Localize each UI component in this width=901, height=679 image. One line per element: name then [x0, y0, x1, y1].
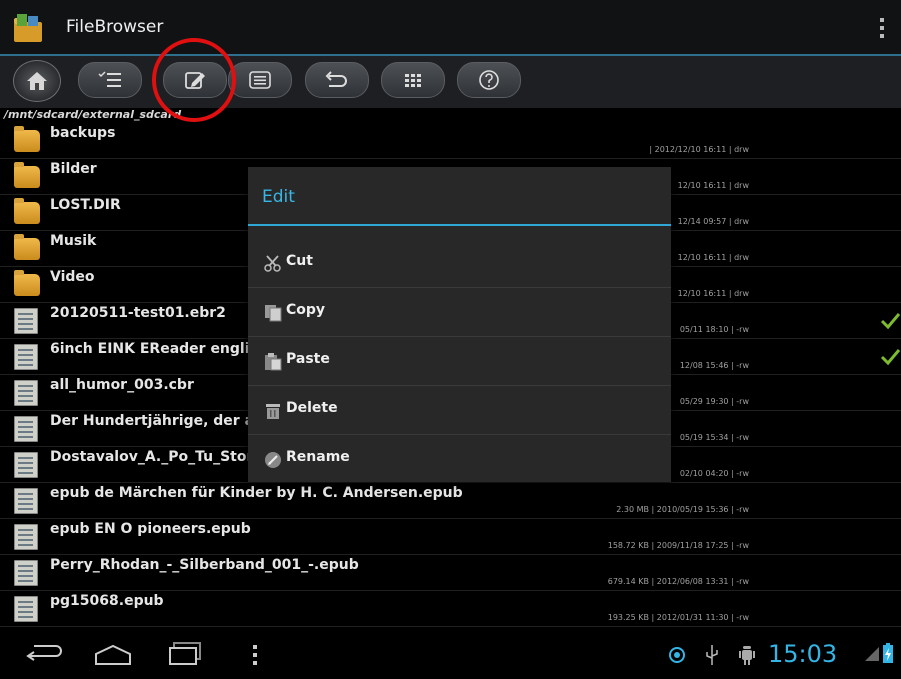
select-button[interactable] [78, 62, 142, 98]
file-meta: 12/14 09:57 | drw [677, 217, 749, 226]
file-meta: 02/10 04:20 | -rw [679, 469, 749, 478]
file-meta: 05/19 15:34 | -rw [679, 433, 749, 442]
file-meta: 12/10 16:11 | drw [677, 289, 749, 298]
paste-icon [265, 353, 282, 371]
undo-icon [325, 71, 347, 87]
file-icon [14, 524, 38, 550]
folder-icon [14, 162, 40, 188]
file-name: epub EN O pioneers.epub [50, 521, 251, 537]
home-icon [27, 72, 47, 90]
overflow-menu-icon[interactable] [880, 18, 886, 40]
file-list-row[interactable]: backups | 2012/12/10 16:11 | drw [0, 122, 901, 159]
usb-icon [706, 645, 718, 665]
menu-item-label: Copy [286, 302, 326, 318]
recent-apps-icon[interactable] [168, 642, 202, 666]
file-icon [14, 488, 38, 514]
menu-item-label: Rename [286, 449, 350, 465]
checklist-icon [98, 71, 121, 87]
menu-item-label: Delete [286, 400, 338, 416]
menu-item-cut[interactable]: Cut [248, 239, 671, 288]
file-name: Video [50, 269, 95, 285]
file-name: Der Hundertjährige, der aus [50, 413, 273, 429]
scissors-icon [264, 255, 281, 272]
menu-item-label: Paste [286, 351, 330, 367]
file-meta: 05/29 19:30 | -rw [679, 397, 749, 406]
file-name: backups [50, 125, 116, 141]
title-bar: FileBrowser [0, 0, 901, 56]
back-button[interactable] [305, 62, 369, 98]
toolbar [0, 56, 901, 108]
folder-icon [14, 270, 40, 296]
file-icon [14, 452, 38, 478]
menu-item-label: Cut [286, 253, 313, 269]
file-name: epub de Märchen für Kinder by H. C. Ande… [50, 485, 463, 501]
file-meta: 158.72 KB | 2009/11/18 17:25 | -rw [607, 541, 749, 550]
battery-charging-icon [883, 643, 893, 663]
app-title: FileBrowser [66, 17, 164, 37]
file-name: Bilder [50, 161, 97, 177]
sync-status-icon [669, 647, 685, 663]
file-name: Perry_Rhodan_-_Silberband_001_-.epub [50, 557, 359, 573]
list-icon [249, 71, 271, 89]
menu-item-paste[interactable]: Paste [248, 337, 671, 386]
file-icon [14, 560, 38, 586]
rename-icon [265, 452, 281, 468]
dialog-divider [248, 224, 671, 226]
file-icon [14, 344, 38, 370]
file-icon [14, 596, 38, 622]
help-icon [479, 70, 499, 90]
file-name: all_humor_003.cbr [50, 377, 194, 393]
file-list-row[interactable]: epub EN O pioneers.epub 158.72 KB | 2009/… [0, 518, 901, 555]
folder-icon [14, 198, 40, 224]
copy-icon [265, 305, 282, 322]
help-button[interactable] [457, 62, 521, 98]
file-meta: 679.14 KB | 2012/06/08 13:31 | -rw [607, 577, 749, 586]
home-nav-icon[interactable] [93, 644, 133, 666]
file-list-row[interactable]: pg15068.epub 193.25 KB | 2012/01/31 11:30… [0, 590, 901, 627]
home-button[interactable] [13, 60, 61, 102]
file-name: Dostavalov_A._Po_Tu_Storo [50, 449, 264, 465]
file-icon [14, 416, 38, 442]
navigation-bar: 15:03 [0, 630, 901, 679]
grid-view-button[interactable] [381, 62, 445, 98]
file-meta: 2.30 MB | 2010/05/19 15:36 | -rw [616, 505, 749, 514]
file-name: 6inch EINK EReader english [50, 341, 268, 357]
file-name: LOST.DIR [50, 197, 121, 213]
folder-icon [14, 126, 40, 152]
annotation-circle [152, 38, 236, 122]
app-icon [14, 14, 42, 42]
edit-dialog: Edit Cut Copy Paste Delete Rename [248, 167, 671, 482]
signal-icon [865, 647, 879, 661]
file-meta: 05/11 18:10 | -rw [679, 325, 749, 334]
checkmark-icon [880, 313, 900, 330]
file-name: 20120511-test01.ebr2 [50, 305, 226, 321]
grid-icon [405, 74, 421, 87]
clock: 15:03 [768, 640, 838, 668]
file-meta: 12/08 15:46 | -rw [679, 361, 749, 370]
file-list-row[interactable]: Perry_Rhodan_-_Silberband_001_-.epub 679.… [0, 554, 901, 591]
file-meta: 12/10 16:11 | drw [677, 253, 749, 262]
menu-item-copy[interactable]: Copy [248, 288, 671, 337]
trash-icon [266, 404, 280, 419]
folder-icon [14, 234, 40, 260]
menu-item-rename[interactable]: Rename [248, 435, 671, 483]
file-list-row[interactable]: epub de Märchen für Kinder by H. C. Ande… [0, 482, 901, 519]
file-icon [14, 380, 38, 406]
list-view-button[interactable] [228, 62, 292, 98]
file-name: pg15068.epub [50, 593, 164, 609]
dialog-title: Edit [262, 187, 295, 207]
menu-item-delete[interactable]: Delete [248, 386, 671, 435]
file-name: Musik [50, 233, 97, 249]
file-meta: 12/10 16:11 | drw [677, 181, 749, 190]
checkmark-icon [880, 349, 900, 366]
current-path: /mnt/sdcard/external_sdcard [4, 108, 182, 121]
android-debug-icon [739, 646, 755, 665]
menu-nav-icon[interactable] [252, 644, 258, 666]
file-icon [14, 308, 38, 334]
back-nav-icon[interactable] [26, 644, 62, 666]
file-meta: | 2012/12/10 16:11 | drw [649, 145, 749, 154]
file-meta: 193.25 KB | 2012/01/31 11:30 | -rw [607, 613, 749, 622]
